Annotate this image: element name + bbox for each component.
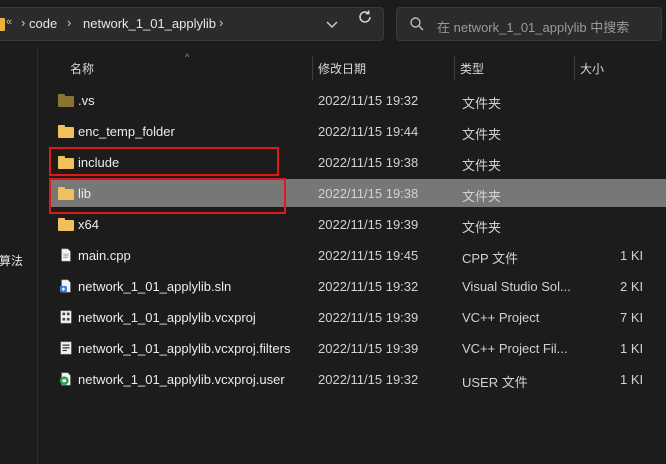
- column-type-header[interactable]: 类型: [460, 60, 484, 77]
- folder-icon: [58, 186, 74, 200]
- file-name: main.cpp: [78, 248, 131, 263]
- column-divider[interactable]: [454, 56, 455, 80]
- file-type: 文件夹: [462, 96, 502, 111]
- file-size: 1 KI: [620, 248, 644, 263]
- search-box[interactable]: 在 network_1_01_applylib 中搜索: [396, 7, 662, 41]
- file-row-enc-temp-folder[interactable]: enc_temp_folder 2022/11/15 19:44 文件夹: [50, 117, 666, 145]
- file-name: network_1_01_applylib.sln: [78, 279, 232, 294]
- file-row-lib[interactable]: lib 2022/11/15 19:38 文件夹: [50, 179, 666, 207]
- search-placeholder: 在 network_1_01_applylib 中搜索: [437, 20, 630, 35]
- file-row-vcxproj[interactable]: network_1_01_applylib.vcxproj 2022/11/15…: [50, 303, 666, 331]
- address-bar[interactable]: « › code › network_1_01_applylib ›: [0, 7, 384, 41]
- scrollbar[interactable]: [658, 84, 666, 464]
- file-date: 2022/11/15 19:38: [318, 155, 419, 170]
- column-name-header[interactable]: 名称: [70, 60, 94, 77]
- file-row-vcxproj-filters[interactable]: network_1_01_applylib.vcxproj.filters 20…: [50, 334, 666, 362]
- file-date: 2022/11/15 19:32: [318, 372, 419, 387]
- file-row-sln[interactable]: network_1_01_applylib.sln 2022/11/15 19:…: [50, 272, 666, 300]
- file-type: 文件夹: [462, 189, 502, 204]
- filters-file-icon: [60, 341, 72, 355]
- column-divider[interactable]: [312, 56, 313, 80]
- breadcrumb-overflow-button[interactable]: «: [6, 16, 12, 28]
- file-row-include[interactable]: include 2022/11/15 19:38 文件夹: [50, 148, 666, 176]
- file-row-vs[interactable]: .vs 2022/11/15 19:32 文件夹: [50, 86, 666, 114]
- file-type: 文件夹: [462, 220, 502, 235]
- file-size: 7 KI: [620, 310, 644, 325]
- file-date: 2022/11/15 19:39: [318, 310, 419, 325]
- sort-up-icon: ^: [185, 52, 190, 62]
- file-name: network_1_01_applylib.vcxproj.user: [78, 372, 285, 387]
- folder-icon: [58, 155, 74, 169]
- breadcrumb-current-folder[interactable]: network_1_01_applylib: [83, 16, 216, 31]
- file-row-vcxproj-user[interactable]: network_1_01_applylib.vcxproj.user 2022/…: [50, 365, 666, 393]
- file-type: USER 文件: [462, 375, 528, 390]
- file-size: 2 KI: [620, 279, 644, 294]
- file-date: 2022/11/15 19:39: [318, 341, 419, 356]
- file-size: 1 KI: [620, 341, 644, 356]
- chevron-down-icon[interactable]: [323, 17, 341, 33]
- file-name: network_1_01_applylib.vcxproj: [78, 310, 256, 325]
- file-type: VC++ Project: [462, 310, 540, 325]
- breadcrumb-separator: ›: [67, 15, 72, 30]
- vcxproj-file-icon: [60, 310, 72, 324]
- navigation-pane[interactable]: 算法: [0, 48, 38, 464]
- top-bar: « › code › network_1_01_applylib › 在 net…: [0, 0, 666, 48]
- cpp-file-icon: [61, 248, 71, 262]
- file-name: .vs: [78, 93, 95, 108]
- sln-file-icon: [59, 279, 71, 293]
- user-file-icon: [59, 372, 71, 386]
- file-name: network_1_01_applylib.vcxproj.filters: [78, 341, 291, 356]
- folder-icon: [58, 124, 74, 138]
- column-date-header[interactable]: 修改日期: [318, 60, 366, 77]
- file-date: 2022/11/15 19:44: [318, 124, 419, 139]
- breadcrumb-separator: ›: [21, 15, 26, 30]
- file-size: 1 KI: [620, 372, 644, 387]
- file-type: Visual Studio Sol...: [462, 279, 571, 294]
- nav-item-label[interactable]: 算法: [0, 252, 23, 269]
- folder-icon: [58, 217, 74, 231]
- file-type: 文件夹: [462, 127, 502, 142]
- breadcrumb-separator: ›: [219, 15, 224, 30]
- file-row-main-cpp[interactable]: main.cpp 2022/11/15 19:45 CPP 文件 1 KI: [50, 241, 666, 269]
- file-date: 2022/11/15 19:38: [318, 186, 419, 201]
- file-name: x64: [78, 217, 99, 232]
- folder-icon: [0, 18, 5, 31]
- breadcrumb-code[interactable]: code: [29, 16, 57, 31]
- file-name: enc_temp_folder: [78, 124, 175, 139]
- file-date: 2022/11/15 19:32: [318, 279, 419, 294]
- folder-dark-icon: [58, 93, 74, 107]
- file-date: 2022/11/15 19:39: [318, 217, 419, 232]
- search-icon: [410, 17, 424, 31]
- file-row-x64[interactable]: x64 2022/11/15 19:39 文件夹: [50, 210, 666, 238]
- column-divider[interactable]: [574, 56, 575, 80]
- column-size-header[interactable]: 大小: [580, 60, 604, 77]
- file-name: include: [78, 155, 120, 170]
- column-header: ^ 名称 修改日期 类型 大小: [40, 52, 666, 82]
- file-type: CPP 文件: [462, 251, 519, 266]
- file-date: 2022/11/15 19:32: [318, 93, 419, 108]
- file-name: lib: [78, 186, 92, 201]
- file-type: 文件夹: [462, 158, 502, 173]
- refresh-icon[interactable]: [356, 8, 374, 26]
- file-type: VC++ Project Fil...: [462, 341, 568, 356]
- file-date: 2022/11/15 19:45: [318, 248, 419, 263]
